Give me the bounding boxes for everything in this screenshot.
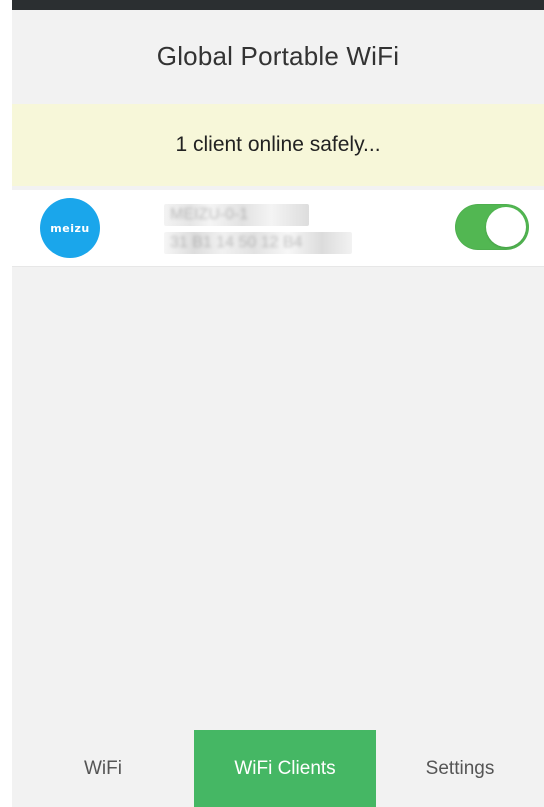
status-message: 1 client online safely... [175,133,381,156]
app-header: Global Portable WiFi [12,10,544,104]
toggle-knob [486,207,526,247]
client-mac-address: 31 B1 14 50 12 B4 [170,234,303,251]
client-access-toggle[interactable] [455,204,529,250]
page-title: Global Portable WiFi [156,40,400,71]
tab-wifi[interactable]: WiFi [12,730,194,807]
tab-wifi-label: WiFi [84,757,122,779]
tab-settings[interactable]: Settings [376,730,544,807]
tab-wifi-clients-label: WiFi Clients [234,757,336,779]
client-list-area [12,267,544,730]
client-logo-text: meizu [50,221,90,235]
tab-settings-label: Settings [425,757,495,779]
status-banner: 1 client online safely... [12,104,544,186]
bottom-navigation: WiFi WiFi Clients Settings [12,730,544,807]
client-name-blur: MEIZU-0-1 [164,204,309,226]
client-row: meizu MEIZU-0-1 31 B1 14 50 12 B4 [12,190,544,267]
tab-wifi-clients[interactable]: WiFi Clients [194,730,376,807]
status-bar [12,0,544,10]
app-screen: Global Portable WiFi 1 client online saf… [12,0,544,807]
meizu-logo-icon: meizu [40,198,100,258]
client-name: MEIZU-0-1 [170,206,249,223]
client-mac-blur: 31 B1 14 50 12 B4 [164,232,352,254]
